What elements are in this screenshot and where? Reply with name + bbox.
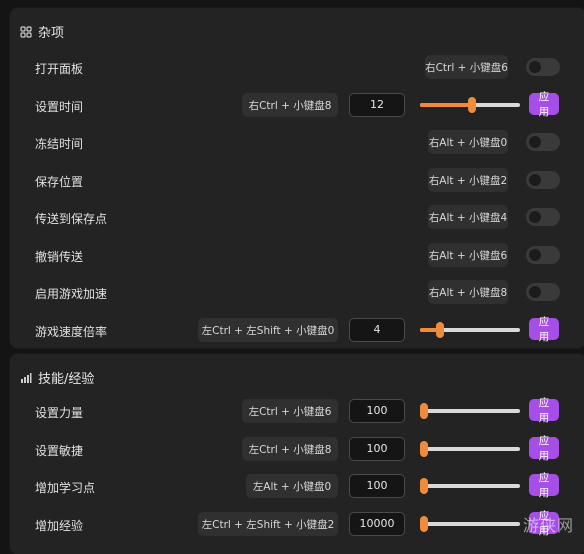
value-slider[interactable]	[420, 516, 520, 532]
skills-section-title: 技能/经验	[38, 372, 95, 387]
toggle-switch[interactable]	[526, 133, 560, 151]
slider-thumb[interactable]	[436, 322, 444, 338]
value-input[interactable]: 4	[349, 318, 405, 342]
value-input[interactable]: 10000	[349, 512, 405, 536]
slider-track	[420, 447, 520, 451]
setting-row: 启用游戏加速 右Alt + 小键盘8	[10, 279, 584, 307]
setting-label: 设置时间	[35, 100, 84, 114]
setting-row: 设置力量 左Ctrl + 小键盘6 100 应用	[10, 397, 584, 426]
grid-icon	[20, 25, 32, 38]
hotkey-button[interactable]: 右Alt + 小键盘8	[428, 280, 508, 304]
setting-label: 设置力量	[35, 406, 84, 420]
hotkey-button[interactable]: 右Alt + 小键盘4	[428, 205, 508, 229]
watermark-logo: 游侠网	[522, 516, 574, 535]
misc-section-header: 杂项	[20, 22, 64, 41]
setting-label: 启用游戏加速	[35, 287, 108, 301]
setting-row: 游戏速度倍率 左Ctrl + 左Shift + 小键盘0 4 应用	[10, 316, 584, 345]
skills-panel: 技能/经验 设置力量 左Ctrl + 小键盘6 100 应用 设置敏捷 左Ctrl + 小…	[10, 354, 584, 554]
setting-label: 打开面板	[35, 62, 84, 76]
apply-button[interactable]: 应用	[529, 397, 559, 424]
setting-label: 游戏速度倍率	[35, 325, 108, 339]
misc-panel: 杂项 打开面板 右Ctrl + 小键盘6 设置时间 右Ctrl + 小键盘8 12 应用冻…	[10, 8, 584, 348]
setting-row: 增加经验 左Ctrl + 左Shift + 小键盘2 10000 应用	[10, 510, 584, 539]
setting-label: 增加经验	[35, 519, 84, 533]
value-slider[interactable]	[420, 322, 520, 338]
apply-button[interactable]: 应用	[529, 435, 559, 462]
slider-thumb[interactable]	[468, 97, 476, 113]
skills-section-header: 技能/经验	[20, 368, 94, 387]
slider-track	[420, 409, 520, 413]
hotkey-button[interactable]: 右Alt + 小键盘0	[428, 130, 508, 154]
toggle-switch[interactable]	[526, 283, 560, 301]
toggle-switch[interactable]	[526, 208, 560, 226]
setting-row: 传送到保存点 右Alt + 小键盘4	[10, 204, 584, 232]
value-slider[interactable]	[420, 441, 520, 457]
value-slider[interactable]	[420, 97, 520, 113]
hotkey-button[interactable]: 右Alt + 小键盘2	[428, 168, 508, 192]
slider-track	[420, 522, 520, 526]
value-input[interactable]: 12	[349, 93, 405, 117]
setting-label: 传送到保存点	[35, 212, 108, 226]
hotkey-button[interactable]: 左Ctrl + 小键盘8	[242, 437, 338, 461]
slider-track	[420, 484, 520, 488]
hotkey-button[interactable]: 左Ctrl + 小键盘6	[242, 399, 338, 423]
setting-row: 保存位置 右Alt + 小键盘2	[10, 167, 584, 195]
toggle-switch[interactable]	[526, 58, 560, 76]
trainer-window: 杂项 打开面板 右Ctrl + 小键盘6 设置时间 右Ctrl + 小键盘8 12 应用冻…	[0, 0, 584, 554]
setting-label: 撤销传送	[35, 250, 84, 264]
apply-button[interactable]: 应用	[529, 91, 559, 118]
bar-chart-icon	[21, 372, 32, 383]
setting-row: 增加学习点 左Alt + 小键盘0 100 应用	[10, 472, 584, 501]
setting-label: 增加学习点	[35, 481, 96, 495]
hotkey-button[interactable]: 左Alt + 小键盘0	[246, 474, 338, 498]
value-input[interactable]: 100	[349, 474, 405, 498]
setting-row: 打开面板 右Ctrl + 小键盘6	[10, 54, 584, 82]
value-input[interactable]: 100	[349, 437, 405, 461]
setting-label: 冻结时间	[35, 137, 84, 151]
slider-thumb[interactable]	[420, 441, 428, 457]
setting-label: 设置敏捷	[35, 444, 84, 458]
hotkey-button[interactable]: 左Ctrl + 左Shift + 小键盘0	[198, 318, 338, 342]
setting-row: 撤销传送 右Alt + 小键盘6	[10, 242, 584, 270]
apply-button[interactable]: 应用	[529, 472, 559, 499]
hotkey-button[interactable]: 右Ctrl + 小键盘8	[242, 93, 338, 117]
misc-section-title: 杂项	[38, 26, 65, 41]
setting-row: 设置时间 右Ctrl + 小键盘8 12 应用	[10, 91, 584, 120]
apply-button[interactable]: 应用	[529, 316, 559, 343]
slider-fill	[420, 103, 472, 107]
setting-row: 冻结时间 右Alt + 小键盘0	[10, 129, 584, 157]
setting-label: 保存位置	[35, 175, 84, 189]
hotkey-button[interactable]: 左Ctrl + 左Shift + 小键盘2	[198, 512, 338, 536]
slider-thumb[interactable]	[420, 478, 428, 494]
hotkey-button[interactable]: 右Ctrl + 小键盘6	[425, 55, 508, 79]
hotkey-button[interactable]: 右Alt + 小键盘6	[428, 243, 508, 267]
value-slider[interactable]	[420, 403, 520, 419]
setting-row: 设置敏捷 左Ctrl + 小键盘8 100 应用	[10, 435, 584, 464]
toggle-switch[interactable]	[526, 171, 560, 189]
value-input[interactable]: 100	[349, 399, 405, 423]
toggle-switch[interactable]	[526, 246, 560, 264]
slider-thumb[interactable]	[420, 403, 428, 419]
value-slider[interactable]	[420, 478, 520, 494]
slider-thumb[interactable]	[420, 516, 428, 532]
